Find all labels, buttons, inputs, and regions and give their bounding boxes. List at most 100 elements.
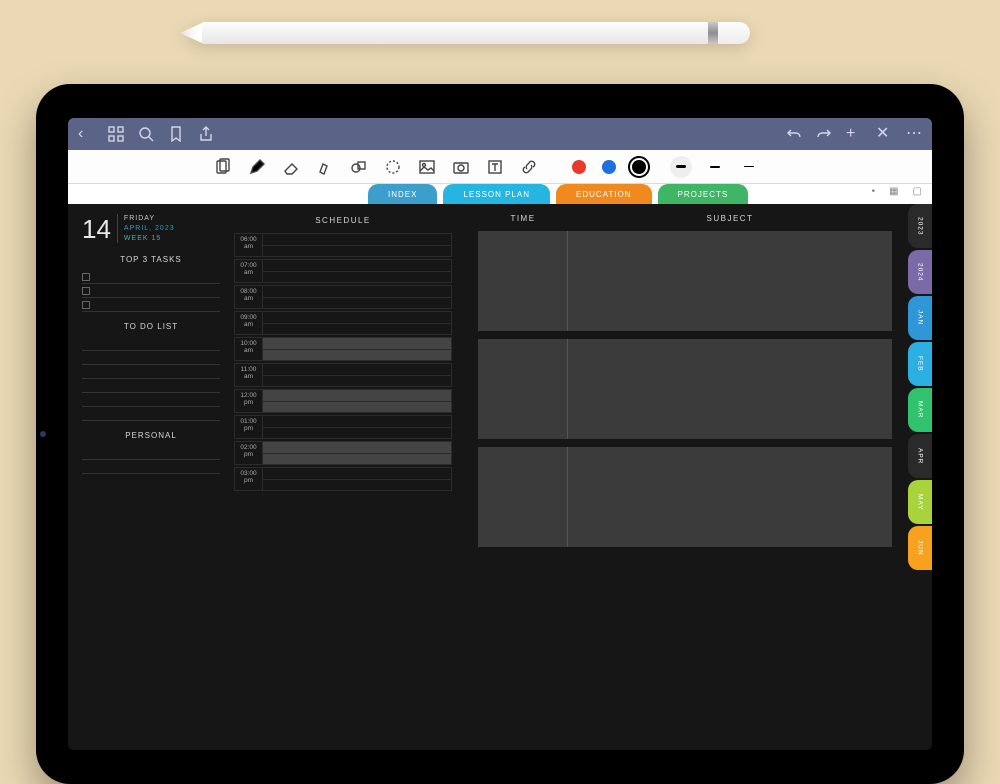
slot-time: 10:00am bbox=[234, 337, 262, 361]
app-navbar: ‹ + ✕ ⋯ bbox=[68, 118, 932, 150]
todo-line[interactable] bbox=[82, 379, 220, 393]
schedule-slot[interactable]: 03:00pm bbox=[234, 467, 452, 491]
left-column: 14 FRIDAY APRIL, 2023 WEEK 15 TOP 3 TASK… bbox=[68, 204, 228, 750]
personal-line[interactable] bbox=[82, 460, 220, 474]
subject-block[interactable] bbox=[478, 447, 892, 547]
todo-header: TO DO LIST bbox=[82, 322, 220, 331]
tab-projects[interactable]: PROJECTS bbox=[658, 184, 749, 204]
task-row[interactable] bbox=[82, 270, 220, 284]
share-icon[interactable] bbox=[198, 126, 214, 142]
pencil-cap bbox=[718, 22, 750, 44]
highlighter-tool-icon[interactable] bbox=[310, 154, 340, 180]
subject-block[interactable] bbox=[478, 339, 892, 439]
subject-header: SUBJECT bbox=[568, 214, 892, 223]
schedule-slot[interactable]: 11:00am bbox=[234, 363, 452, 387]
back-icon[interactable]: ‹ bbox=[78, 126, 94, 142]
todo-line[interactable] bbox=[82, 337, 220, 351]
screen: ‹ + ✕ ⋯ bbox=[68, 118, 932, 750]
todo-line[interactable] bbox=[82, 393, 220, 407]
search-icon[interactable] bbox=[138, 126, 154, 142]
shapes-tool-icon[interactable] bbox=[344, 154, 374, 180]
checkbox-icon[interactable] bbox=[82, 287, 90, 295]
color-blue[interactable] bbox=[602, 160, 616, 174]
slot-time: 02:00pm bbox=[234, 441, 262, 465]
schedule-slot[interactable]: 06:00am bbox=[234, 233, 452, 257]
add-icon[interactable]: + bbox=[846, 126, 862, 142]
camera-tool-icon[interactable] bbox=[446, 154, 476, 180]
schedule-slot[interactable]: 12:00pm bbox=[234, 389, 452, 413]
schedule-slot[interactable]: 02:00pm bbox=[234, 441, 452, 465]
schedule-column: SCHEDULE 06:00am07:00am08:00am09:00am10:… bbox=[228, 204, 458, 750]
camera-icon bbox=[40, 431, 46, 437]
side-tab-mar[interactable]: MAR bbox=[908, 388, 932, 432]
slot-time: 06:00am bbox=[234, 233, 262, 257]
slot-time: 08:00am bbox=[234, 285, 262, 309]
side-tab-2024[interactable]: 2024 bbox=[908, 250, 932, 294]
color-black[interactable] bbox=[632, 160, 646, 174]
month-year-label: APRIL, 2023 bbox=[124, 224, 175, 234]
subject-block[interactable] bbox=[478, 231, 892, 331]
slot-time: 12:00pm bbox=[234, 389, 262, 413]
color-red[interactable] bbox=[572, 160, 586, 174]
undo-icon[interactable] bbox=[786, 126, 802, 142]
todo-line[interactable] bbox=[82, 407, 220, 421]
text-tool-icon[interactable] bbox=[480, 154, 510, 180]
slot-time: 07:00am bbox=[234, 259, 262, 283]
image-tool-icon[interactable] bbox=[412, 154, 442, 180]
tab-education[interactable]: EDUCATION bbox=[556, 184, 652, 204]
top-tasks-header: TOP 3 TASKS bbox=[82, 255, 220, 264]
readonly-icon[interactable] bbox=[208, 154, 238, 180]
checkbox-icon[interactable] bbox=[82, 273, 90, 281]
stroke-med[interactable] bbox=[704, 156, 726, 178]
view-grid-icon[interactable]: ▦ bbox=[889, 186, 898, 197]
tab-lesson-plan[interactable]: LESSON PLAN bbox=[443, 184, 550, 204]
schedule-slot[interactable]: 10:00am bbox=[234, 337, 452, 361]
personal-line[interactable] bbox=[82, 446, 220, 460]
side-tab-jun[interactable]: JUN bbox=[908, 526, 932, 570]
grid-icon[interactable] bbox=[108, 126, 124, 142]
slot-time: 01:00pm bbox=[234, 415, 262, 439]
side-tab-2023[interactable]: 2023 bbox=[908, 204, 932, 248]
side-tab-feb[interactable]: FEB bbox=[908, 342, 932, 386]
todo-line[interactable] bbox=[82, 365, 220, 379]
pencil-tip bbox=[180, 22, 204, 44]
personal-header: PERSONAL bbox=[82, 431, 220, 440]
link-tool-icon[interactable] bbox=[514, 154, 544, 180]
schedule-slot[interactable]: 07:00am bbox=[234, 259, 452, 283]
time-header: TIME bbox=[478, 214, 568, 223]
pencil-body bbox=[202, 22, 708, 44]
redo-icon[interactable] bbox=[816, 126, 832, 142]
week-label: WEEK 15 bbox=[124, 234, 175, 244]
view-square-icon[interactable]: ▢ bbox=[913, 186, 922, 197]
lasso-tool-icon[interactable] bbox=[378, 154, 408, 180]
eraser-tool-icon[interactable] bbox=[276, 154, 306, 180]
stroke-thin[interactable] bbox=[738, 156, 760, 178]
stroke-thick[interactable] bbox=[670, 156, 692, 178]
more-icon[interactable]: ⋯ bbox=[906, 126, 922, 142]
weekday-label: FRIDAY bbox=[124, 214, 175, 224]
date-block: 14 FRIDAY APRIL, 2023 WEEK 15 bbox=[82, 214, 220, 245]
drawing-toolbar bbox=[68, 150, 932, 184]
bookmark-icon[interactable] bbox=[168, 126, 184, 142]
side-tab-jan[interactable]: JAN bbox=[908, 296, 932, 340]
side-tabs: 20232024JANFEBMARAPRMAYJUN bbox=[908, 204, 932, 572]
side-tab-may[interactable]: MAY bbox=[908, 480, 932, 524]
view-dot-icon[interactable]: • bbox=[872, 186, 876, 197]
tab-index[interactable]: INDEX bbox=[368, 184, 437, 204]
planner-page: 14 FRIDAY APRIL, 2023 WEEK 15 TOP 3 TASK… bbox=[68, 204, 932, 750]
slot-time: 11:00am bbox=[234, 363, 262, 387]
schedule-slot[interactable]: 09:00am bbox=[234, 311, 452, 335]
task-row[interactable] bbox=[82, 298, 220, 312]
schedule-slot[interactable]: 01:00pm bbox=[234, 415, 452, 439]
ipad-frame: ‹ + ✕ ⋯ bbox=[36, 84, 964, 784]
subject-column: TIME SUBJECT bbox=[458, 204, 932, 750]
schedule-slot[interactable]: 08:00am bbox=[234, 285, 452, 309]
close-icon[interactable]: ✕ bbox=[876, 126, 892, 142]
todo-line[interactable] bbox=[82, 351, 220, 365]
checkbox-icon[interactable] bbox=[82, 301, 90, 309]
apple-pencil bbox=[180, 22, 750, 44]
side-tab-apr[interactable]: APR bbox=[908, 434, 932, 478]
task-row[interactable] bbox=[82, 284, 220, 298]
section-tabs: INDEX LESSON PLAN EDUCATION PROJECTS • ▦… bbox=[68, 184, 932, 204]
pen-tool-icon[interactable] bbox=[242, 154, 272, 180]
